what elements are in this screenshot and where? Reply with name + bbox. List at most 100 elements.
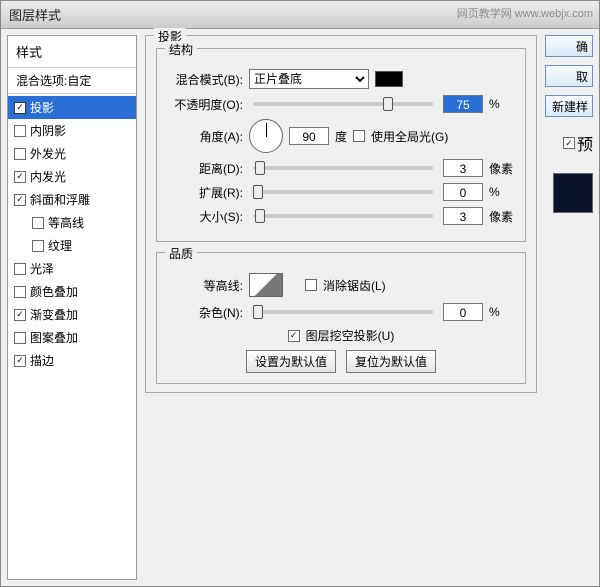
blend-mode-label: 混合模式(B): xyxy=(167,71,243,88)
style-checkbox[interactable] xyxy=(32,240,44,252)
style-label: 描边 xyxy=(30,352,54,369)
content: 样式 混合选项:自定 ✓ 投影内阴影外发光 ✓ 内发光 ✓ 斜面和浮雕等高线纹理光泽颜色叠… xyxy=(1,29,599,586)
style-checkbox[interactable] xyxy=(14,148,26,160)
style-checkbox[interactable] xyxy=(14,263,26,275)
style-item-9[interactable]: ✓ 渐变叠加 xyxy=(8,303,136,326)
effect-panel: 投影 结构 混合模式(B): 正片叠底 不透明度(O): 75 % xyxy=(145,35,537,393)
distance-row: 距离(D): 3 像素 xyxy=(167,159,515,177)
distance-unit: 像素 xyxy=(489,160,515,177)
distance-label: 距离(D): xyxy=(167,160,243,177)
distance-value[interactable]: 3 xyxy=(443,159,483,177)
style-label: 渐变叠加 xyxy=(30,306,78,323)
structure-group: 结构 混合模式(B): 正片叠底 不透明度(O): 75 % xyxy=(156,48,526,242)
style-label: 外发光 xyxy=(30,145,66,162)
style-item-1[interactable]: 内阴影 xyxy=(8,119,136,142)
contour-row: 等高线: 消除锯齿(L) xyxy=(167,273,515,297)
cancel-button[interactable]: 取 xyxy=(545,65,593,87)
shadow-color-swatch[interactable] xyxy=(375,71,403,87)
blend-mode-row: 混合模式(B): 正片叠底 xyxy=(167,69,515,89)
size-value[interactable]: 3 xyxy=(443,207,483,225)
angle-dial[interactable] xyxy=(249,119,283,153)
noise-value[interactable]: 0 xyxy=(443,303,483,321)
style-item-8[interactable]: 颜色叠加 xyxy=(8,280,136,303)
quality-title: 品质 xyxy=(165,245,197,262)
knockout-label: 图层挖空投影(U) xyxy=(306,327,395,344)
style-label: 等高线 xyxy=(48,214,84,231)
global-light-label: 使用全局光(G) xyxy=(371,128,448,145)
style-label: 颜色叠加 xyxy=(30,283,78,300)
knockout-row: ✓ 图层挖空投影(U) xyxy=(167,327,515,344)
style-item-0[interactable]: ✓ 投影 xyxy=(8,96,136,119)
opacity-slider[interactable] xyxy=(253,102,433,106)
reset-default-button[interactable]: 复位为默认值 xyxy=(346,350,436,373)
set-default-button[interactable]: 设置为默认值 xyxy=(246,350,336,373)
preview-checkbox[interactable]: ✓ xyxy=(563,137,575,149)
structure-title: 结构 xyxy=(165,41,197,58)
window-title: 图层样式 xyxy=(9,8,61,23)
layer-style-dialog: 图层样式 网页教学网 www.webjx.com 样式 混合选项:自定 ✓ 投影内… xyxy=(0,0,600,587)
style-label: 内阴影 xyxy=(30,122,66,139)
style-label: 内发光 xyxy=(30,168,66,185)
titlebar: 图层样式 网页教学网 www.webjx.com xyxy=(1,1,599,29)
size-label: 大小(S): xyxy=(167,208,243,225)
style-label: 投影 xyxy=(30,99,54,116)
style-checkbox[interactable]: ✓ xyxy=(14,309,26,321)
noise-row: 杂色(N): 0 % xyxy=(167,303,515,321)
blend-mode-select[interactable]: 正片叠底 xyxy=(249,69,369,89)
style-label: 图案叠加 xyxy=(30,329,78,346)
spread-slider[interactable] xyxy=(253,190,433,194)
style-item-11[interactable]: ✓ 描边 xyxy=(8,349,136,372)
contour-picker[interactable] xyxy=(249,273,283,297)
angle-value[interactable]: 90 xyxy=(289,127,329,145)
spread-row: 扩展(R): 0 % xyxy=(167,183,515,201)
anti-alias-label: 消除锯齿(L) xyxy=(323,277,386,294)
style-checkbox[interactable]: ✓ xyxy=(14,102,26,114)
style-checkbox[interactable] xyxy=(14,125,26,137)
preview-swatch xyxy=(553,173,593,213)
spread-unit: % xyxy=(489,185,515,199)
size-unit: 像素 xyxy=(489,208,515,225)
style-item-3[interactable]: ✓ 内发光 xyxy=(8,165,136,188)
style-checkbox[interactable] xyxy=(32,217,44,229)
anti-alias-checkbox[interactable] xyxy=(305,279,317,291)
angle-degree: 度 xyxy=(335,128,347,145)
style-item-4[interactable]: ✓ 斜面和浮雕 xyxy=(8,188,136,211)
opacity-unit: % xyxy=(489,97,515,111)
opacity-value[interactable]: 75 xyxy=(443,95,483,113)
size-row: 大小(S): 3 像素 xyxy=(167,207,515,225)
opacity-label: 不透明度(O): xyxy=(167,96,243,113)
style-list: ✓ 投影内阴影外发光 ✓ 内发光 ✓ 斜面和浮雕等高线纹理光泽颜色叠加 ✓ 渐变叠加图案叠加 ✓… xyxy=(8,94,136,374)
style-checkbox[interactable]: ✓ xyxy=(14,194,26,206)
sidebar-header: 样式 xyxy=(8,36,136,68)
style-item-5[interactable]: 等高线 xyxy=(8,211,136,234)
knockout-checkbox[interactable]: ✓ xyxy=(288,330,300,342)
style-checkbox[interactable]: ✓ xyxy=(14,171,26,183)
panels: 投影 结构 混合模式(B): 正片叠底 不透明度(O): 75 % xyxy=(145,35,537,580)
spread-label: 扩展(R): xyxy=(167,184,243,201)
watermark: 网页教学网 www.webjx.com xyxy=(457,5,593,21)
style-label: 光泽 xyxy=(30,260,54,277)
style-label: 斜面和浮雕 xyxy=(30,191,90,208)
right-buttons: 确 取 新建样 ✓ 预 xyxy=(545,35,593,580)
preview-row: ✓ 预 xyxy=(563,131,593,155)
style-item-6[interactable]: 纹理 xyxy=(8,234,136,257)
style-item-2[interactable]: 外发光 xyxy=(8,142,136,165)
spread-value[interactable]: 0 xyxy=(443,183,483,201)
style-item-7[interactable]: 光泽 xyxy=(8,257,136,280)
ok-button[interactable]: 确 xyxy=(545,35,593,57)
style-checkbox[interactable]: ✓ xyxy=(14,355,26,367)
size-slider[interactable] xyxy=(253,214,433,218)
style-item-10[interactable]: 图案叠加 xyxy=(8,326,136,349)
preview-label: 预 xyxy=(577,131,593,155)
style-checkbox[interactable] xyxy=(14,332,26,344)
distance-slider[interactable] xyxy=(253,166,433,170)
angle-row: 角度(A): 90 度 使用全局光(G) xyxy=(167,119,515,153)
noise-unit: % xyxy=(489,305,515,319)
new-style-button[interactable]: 新建样 xyxy=(545,95,593,117)
style-label: 纹理 xyxy=(48,237,72,254)
global-light-checkbox[interactable] xyxy=(353,130,365,142)
contour-label: 等高线: xyxy=(167,277,243,294)
blend-options-row[interactable]: 混合选项:自定 xyxy=(8,68,136,94)
style-checkbox[interactable] xyxy=(14,286,26,298)
noise-slider[interactable] xyxy=(253,310,433,314)
